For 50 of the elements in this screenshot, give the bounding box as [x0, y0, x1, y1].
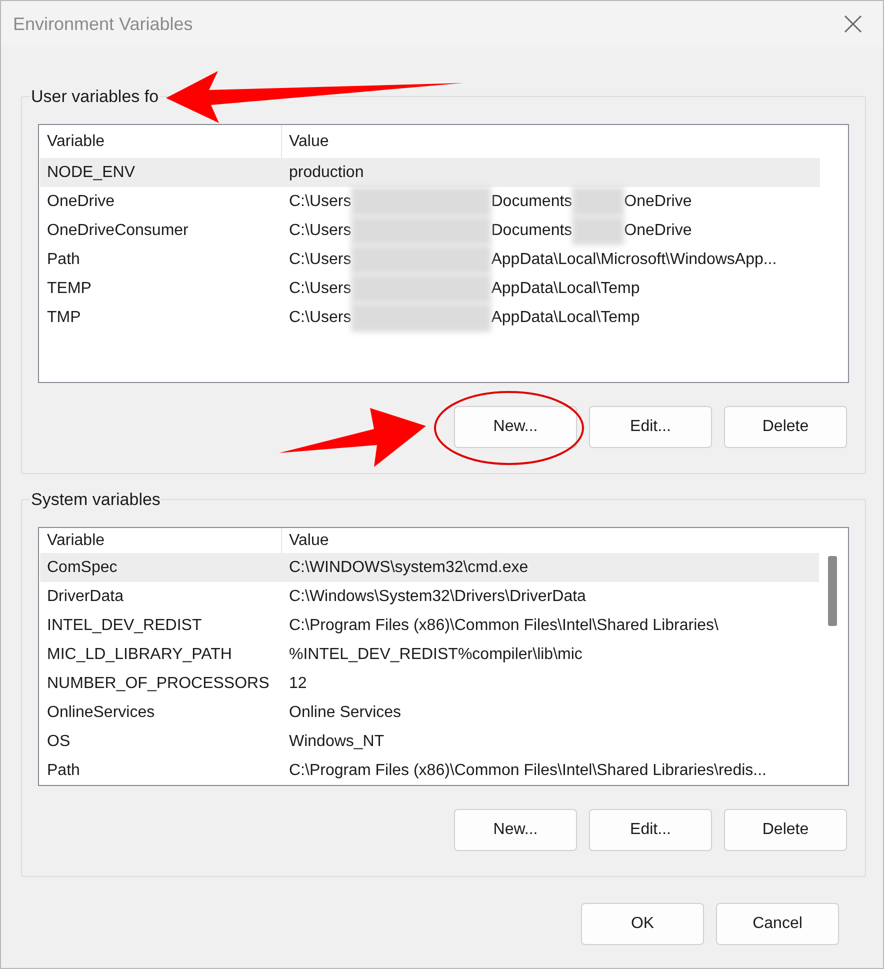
- window-title: Environment Variables: [13, 12, 193, 36]
- table-cell-text: production: [289, 162, 364, 182]
- table-cell-text: Documents: [491, 220, 572, 240]
- scrollbar-thumb[interactable]: [828, 556, 838, 626]
- table-cell-text: C:\Program Files (x86)\Common Files\Intel\Shared Libraries\: [289, 616, 718, 636]
- table-cell-text: Online Services: [289, 702, 402, 722]
- table-cell-text: OneDriveConsumer: [46, 220, 190, 240]
- table-cell-text: C:\Users: [289, 250, 352, 270]
- dialog-button[interactable]: New...: [454, 809, 577, 851]
- redaction-blur: [572, 216, 624, 245]
- table-cell-text: %INTEL_DEV_REDIST%compiler\lib\mic: [289, 644, 582, 664]
- table-cell-text: OnlineServices: [46, 702, 156, 722]
- dialog-button[interactable]: Edit...: [589, 809, 712, 851]
- redaction-blur: [572, 187, 624, 216]
- table-cell-text: Windows_NT: [289, 732, 384, 752]
- table-row[interactable]: NODE_ENV production: [40, 158, 820, 187]
- table-cell-text: C:\WINDOWS\system32\cmd.exe: [289, 558, 528, 578]
- table-cell-text: TEMP: [46, 278, 92, 298]
- dialog-button[interactable]: Cancel: [716, 903, 839, 945]
- table-cell-text: OneDrive: [46, 192, 116, 212]
- table-cell-text: C:\Users: [289, 308, 352, 328]
- table-cell-text: OS: [46, 732, 72, 752]
- table-cell-text: C:\Users: [289, 220, 352, 240]
- table-cell-text: AppData\Local\Microsoft\WindowsApp...: [491, 250, 777, 270]
- table-cell-text: MIC_LD_LIBRARY_PATH: [46, 644, 233, 664]
- table-cell-text: C:\Windows\System32\Drivers\DriverData: [289, 586, 586, 606]
- table-cell-text: C:\Program Files (x86)\Common Files\Intel\Shared Libraries\redis...: [289, 760, 766, 780]
- table-cell-text: AppData\Local\Temp: [491, 278, 640, 298]
- table-cell-text: C:\Users: [289, 192, 352, 212]
- table-cell-text: C:\Users: [289, 278, 352, 298]
- table-cell-text: ComSpec: [46, 558, 118, 578]
- table-cell-text: 12: [289, 674, 307, 694]
- table-cell-text: AppData\Local\Temp: [491, 308, 640, 328]
- dialog-button[interactable]: OK: [581, 903, 704, 945]
- table-cell-text: OneDrive: [624, 192, 692, 212]
- table-cell-text: DriverData: [46, 586, 124, 606]
- table-cell-text: Path: [46, 250, 81, 270]
- dialog-button[interactable]: Delete: [724, 406, 847, 448]
- table-row[interactable]: ComSpec C:\WINDOWS\system32\cmd.exe: [40, 553, 820, 582]
- table-cell-text: NUMBER_OF_PROCESSORS: [46, 674, 270, 694]
- table-cell-text: Path: [46, 760, 81, 780]
- table-cell-text: TMP: [46, 308, 82, 328]
- table-cell-text: Documents: [491, 192, 572, 212]
- dialog-button[interactable]: Edit...: [589, 406, 712, 448]
- table-cell-text: INTEL_DEV_REDIST: [46, 616, 203, 636]
- dialog-button[interactable]: New...: [454, 406, 577, 448]
- dialog-button[interactable]: Delete: [724, 809, 847, 851]
- table-cell-text: NODE_ENV: [46, 162, 136, 182]
- close-icon: [844, 15, 862, 33]
- table-cell-text: OneDrive: [624, 220, 692, 240]
